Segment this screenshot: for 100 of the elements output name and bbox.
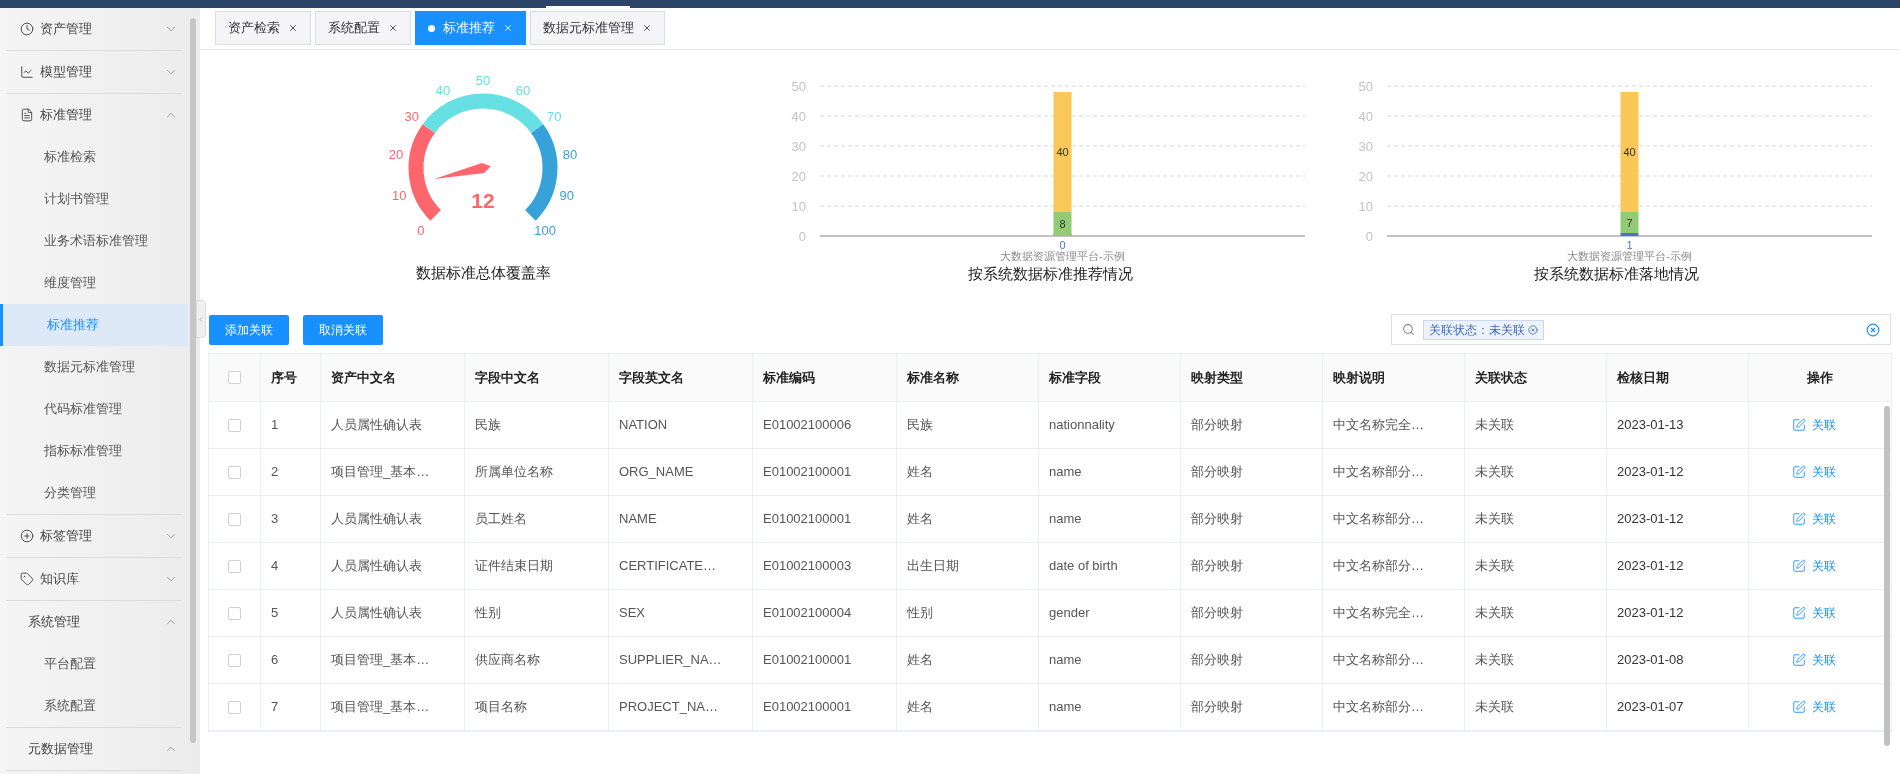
data-label: 40 [1056,146,1069,158]
edit-icon [1792,653,1806,667]
sidebar-group[interactable]: 知识库 [6,558,182,600]
chart-title: 数据标准总体覆盖率 [415,263,551,283]
table-cell: SUPPLIER_NA… [609,637,753,683]
table-cell: 部分映射 [1181,402,1323,448]
table-cell: 部分映射 [1181,590,1323,636]
table-cell: E01002100006 [753,402,897,448]
data-label: 8 [1059,218,1066,230]
table-cell: E01002100001 [753,637,897,683]
table-cell: 部分映射 [1181,543,1323,589]
table-cell: 中文名称完全… [1323,590,1465,636]
sidebar-group[interactable]: 资产管理 [6,8,182,50]
sidebar-item[interactable]: 代码标准管理 [0,388,188,430]
sidebar-item[interactable]: 数据元标准管理 [0,346,188,388]
table-cell: 姓名 [897,684,1039,730]
tag-icon [20,572,34,586]
table-cell: NAME [609,496,753,542]
document-icon [20,108,34,122]
y-tick-label: 0 [798,229,806,244]
sidebar-item[interactable]: 平台配置 [0,643,188,685]
table-cell: SEX [609,590,753,636]
table-cell: 2023-01-13 [1607,402,1749,448]
table-cell: 部分映射 [1181,449,1323,495]
checkbox[interactable] [228,371,241,384]
checkbox[interactable] [228,700,241,714]
table-cell: name [1039,684,1181,730]
close-icon[interactable] [642,23,652,33]
table-cell: 人员属性确认表 [321,496,465,542]
table-cell: name [1039,449,1181,495]
table-cell: 部分映射 [1181,684,1323,730]
data-label: 40 [1623,146,1636,158]
sidebar-item[interactable]: 指标标准管理 [0,430,188,472]
tab[interactable]: 系统配置 [315,11,411,45]
checkbox[interactable] [228,418,241,432]
collapse-handle[interactable] [196,300,206,338]
table-cell: 项目管理_基本… [321,449,465,495]
table-cell: 部分映射 [1181,637,1323,683]
bar-chart: 0 10 20 30 40 50 0 8 40 大数据资源管理平台-示例 [770,56,1330,261]
chart-title: 按系统数据标准落地情况 [1534,264,1700,284]
table-cell: 中文名称部分… [1323,543,1465,589]
table-cell: gender [1039,590,1181,636]
y-tick-label: 40 [1358,109,1373,124]
scrollbar[interactable] [190,18,196,743]
checkbox[interactable] [228,606,241,620]
bar-chart: 0 10 20 30 40 50 1 7 40 大数据资源管理平台-示例 [1336,56,1897,261]
search-field[interactable]: 关联状态：未关联 [1391,314,1891,345]
table-cell: 未关联 [1465,496,1607,542]
close-icon[interactable] [388,23,398,33]
sidebar-item[interactable]: 系统配置 [0,685,188,727]
column-header: 标准字段 [1039,354,1181,401]
edit-icon [1792,465,1806,479]
x-tick-label: 大数据资源管理平台-示例 [1000,250,1125,262]
table-cell: 项目管理_基本… [321,684,465,730]
table-cell: 人员属性确认表 [321,590,465,636]
filter-tag[interactable]: 关联状态：未关联 [1423,319,1544,340]
table-cell: 项目管理_基本… [321,637,465,683]
sidebar-item[interactable]: 分类管理 [0,472,188,514]
edit-icon [1792,606,1806,620]
sidebar-item[interactable]: 标准检索 [0,136,188,178]
bar [1620,212,1639,233]
checkbox[interactable] [228,559,241,573]
bar [1620,233,1639,236]
scrollbar[interactable] [1884,406,1890,746]
close-icon[interactable] [288,23,298,33]
tab[interactable]: 资产检索 [215,11,311,45]
sidebar-item[interactable]: 计划书管理 [0,178,188,220]
y-tick-label: 30 [1358,139,1373,154]
collapse-icon [197,314,205,324]
checkbox[interactable] [228,465,241,479]
column-header: 映射说明 [1323,354,1465,401]
table-cell: 2 [261,449,321,495]
sidebar-group[interactable]: 标准管理 [6,94,182,136]
clear-icon[interactable] [1866,322,1880,337]
table-cell: 1 [261,402,321,448]
table-cell: E01002100001 [753,684,897,730]
y-tick-label: 20 [1358,169,1373,184]
sidebar-group[interactable]: 系统管理 [6,601,182,643]
table-cell: 2023-01-08 [1607,637,1749,683]
sidebar-group[interactable]: 模型管理 [6,51,182,93]
checkbox[interactable] [228,653,241,667]
clock-icon [20,22,34,36]
sidebar-item[interactable]: 维度管理 [0,262,188,304]
close-icon[interactable] [1528,324,1538,335]
table-cell: 2023-01-07 [1607,684,1749,730]
checkbox[interactable] [228,512,241,526]
table-cell: nationnality [1039,402,1181,448]
table-cell: 未关联 [1465,637,1607,683]
table-cell: 未关联 [1465,402,1607,448]
table-cell: 民族 [465,402,609,448]
table-cell: 供应商名称 [465,637,609,683]
table-cell: 姓名 [897,496,1039,542]
data-label: 7 [1626,216,1633,229]
table-cell: 出生日期 [897,543,1039,589]
sidebar-group[interactable]: 标签管理 [6,515,182,557]
sidebar-group[interactable]: 元数据管理 [6,728,182,770]
tab[interactable]: 数据元标准管理 [530,11,665,45]
column-header: 字段中文名 [465,354,609,401]
sidebar-item[interactable]: 业务术语标准管理 [0,220,188,262]
table-cell: 中文名称完全… [1323,402,1465,448]
